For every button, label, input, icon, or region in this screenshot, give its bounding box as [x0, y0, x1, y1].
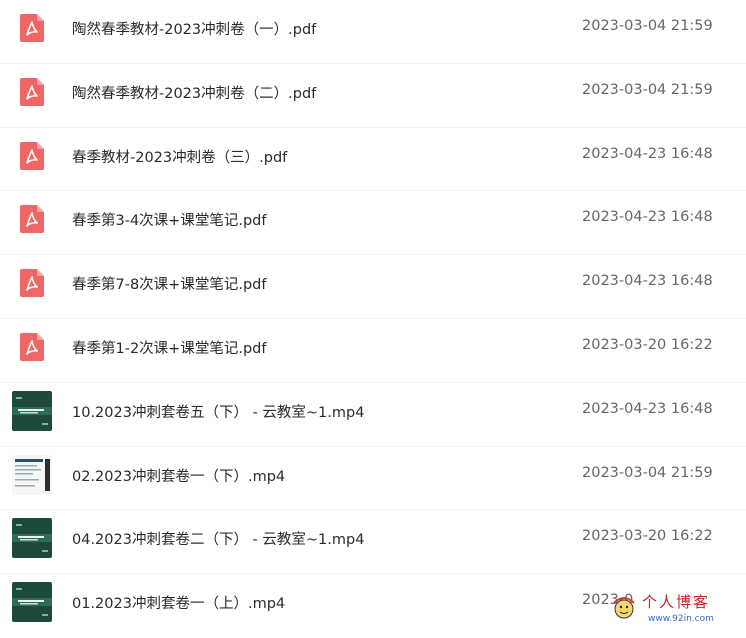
file-row[interactable]: 春季教材-2023冲刺卷（三）.pdf 2023-04-23 16:48 — [0, 128, 746, 192]
file-name[interactable]: 陶然春季教材-2023冲刺卷（一）.pdf — [72, 18, 316, 39]
file-row[interactable]: 陶然春季教材-2023冲刺卷（二）.pdf 2023-03-04 21:59 — [0, 64, 746, 128]
file-row[interactable]: 春季第7-8次课+课堂笔记.pdf 2023-04-23 16:48 — [0, 255, 746, 319]
file-name[interactable]: 春季教材-2023冲刺卷（三）.pdf — [72, 146, 287, 167]
video-thumbnail — [12, 390, 52, 431]
file-name[interactable]: 春季第7-8次课+课堂笔记.pdf — [72, 273, 266, 294]
video-thumbnail — [12, 582, 52, 623]
file-row[interactable]: 春季第3-4次课+课堂笔记.pdf 2023-04-23 16:48 — [0, 191, 746, 256]
pdf-file-icon — [20, 14, 44, 42]
file-name[interactable]: 01.2023冲刺套卷一（上）.mp4 — [72, 592, 285, 613]
file-row[interactable]: 陶然春季教材-2023冲刺卷（一）.pdf 2023-03-04 21:59 — [0, 0, 746, 64]
file-row[interactable]: 04.2023冲刺套卷二（下） - 云教室~1.mp4 2023-03-20 16… — [0, 510, 746, 575]
file-date: 2023-03-04 21:59 — [582, 18, 713, 34]
file-date: 2023-03-04 21:59 — [582, 464, 713, 481]
watermark-url: www.92in.com — [648, 614, 714, 624]
pdf-file-icon — [20, 77, 44, 106]
file-list: 陶然春季教材-2023冲刺卷（一）.pdf 2023-03-04 21:59 陶然春… — [0, 0, 746, 638]
file-name[interactable]: 春季第3-4次课+课堂笔记.pdf — [72, 209, 266, 230]
file-row[interactable]: 02.2023冲刺套卷一（下）.mp4 2023-03-04 21:59 — [0, 447, 746, 511]
pdf-file-icon — [20, 332, 44, 361]
file-row[interactable]: 春季第1-2次课+课堂笔记.pdf 2023-03-20 16:22 — [0, 319, 746, 383]
file-date: 2023-04-23 16:48 — [582, 273, 713, 290]
file-date: 2023-04-23 16:48 — [582, 209, 713, 226]
file-name[interactable]: 春季第1-2次课+课堂笔记.pdf — [72, 337, 266, 358]
watermark-logo: 个人博客 www.92in.com — [610, 589, 740, 625]
file-name[interactable]: 10.2023冲刺套卷五（下） - 云教室~1.mp4 — [72, 401, 364, 422]
file-date: 2023-04-23 16:48 — [582, 145, 713, 162]
video-thumbnail — [12, 454, 52, 495]
file-row[interactable]: 10.2023冲刺套卷五（下） - 云教室~1.mp4 2023-04-23 16… — [0, 383, 746, 447]
file-name[interactable]: 陶然春季教材-2023冲刺卷（二）.pdf — [72, 82, 316, 103]
pdf-file-icon — [20, 141, 44, 170]
watermark-text: 个人博客 — [642, 593, 710, 611]
file-date: 2023-03-20 16:22 — [582, 336, 713, 353]
file-date: 2023-04-23 16:48 — [582, 400, 713, 417]
file-name[interactable]: 02.2023冲刺套卷一（下）.mp4 — [72, 465, 285, 486]
file-name[interactable]: 04.2023冲刺套卷二（下） - 云教室~1.mp4 — [72, 528, 364, 549]
video-thumbnail — [12, 518, 52, 559]
file-date: 2023-03-20 16:22 — [582, 528, 713, 545]
file-date: 2023-03-04 21:59 — [582, 81, 713, 98]
pdf-file-icon — [20, 269, 44, 298]
pdf-file-icon — [20, 205, 44, 234]
